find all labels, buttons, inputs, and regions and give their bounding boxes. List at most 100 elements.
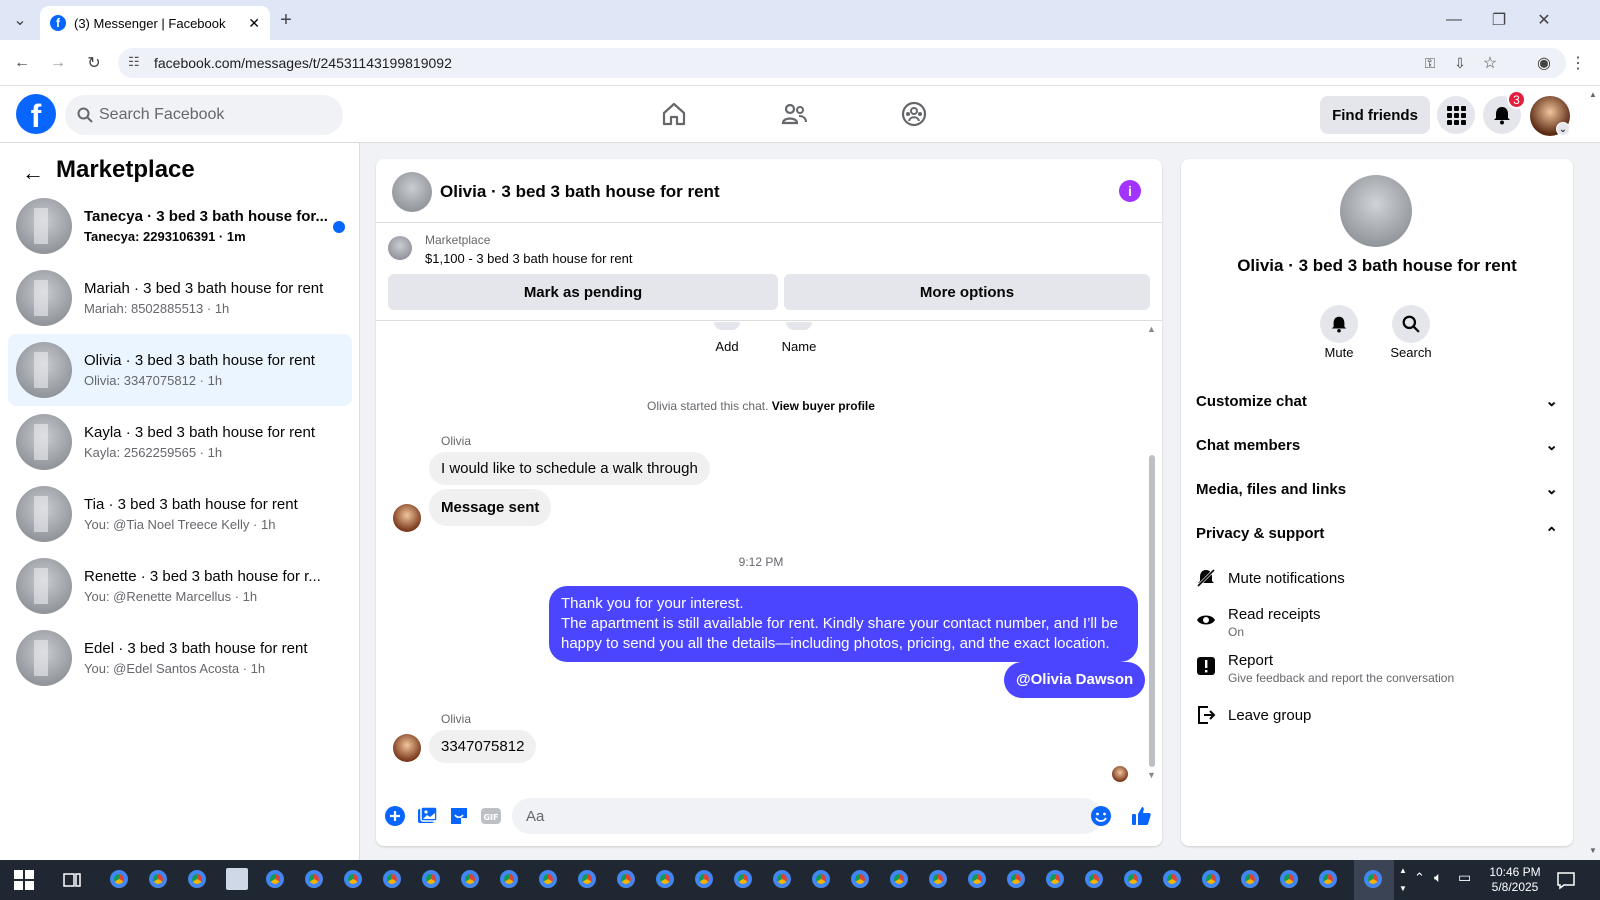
view-buyer-profile-link[interactable]: View buyer profile — [772, 399, 875, 413]
notification-center-icon[interactable] — [1556, 870, 1576, 890]
chrome-taskbar-icon[interactable] — [1081, 866, 1107, 892]
customize-chat-section[interactable]: Customize chat ⌄ — [1196, 383, 1558, 419]
scroll-up-icon[interactable]: ▲ — [1147, 324, 1156, 334]
chat-members-section[interactable]: Chat members ⌄ — [1196, 427, 1558, 463]
chrome-taskbar-icon[interactable] — [418, 866, 444, 892]
report-item[interactable]: Report Give feedback and report the conve… — [1196, 652, 1454, 685]
chrome-taskbar-icon[interactable] — [1159, 866, 1185, 892]
taskbar-scroll-icon[interactable]: ▲ ▼ — [1399, 862, 1407, 898]
chrome-taskbar-icon[interactable] — [1003, 866, 1029, 892]
back-icon[interactable]: ← — [8, 49, 36, 77]
chat-title[interactable]: Olivia · 3 bed 3 bath house for rent — [440, 182, 720, 202]
chrome-taskbar-icon[interactable] — [1315, 866, 1341, 892]
profile-icon[interactable]: ◉ — [1530, 49, 1558, 77]
password-key-icon[interactable]: ⚿ — [1416, 49, 1444, 77]
gif-icon[interactable]: GIF — [480, 805, 502, 827]
facebook-logo-icon[interactable]: f — [16, 94, 56, 134]
chrome-taskbar-icon[interactable] — [535, 866, 561, 892]
chrome-taskbar-icon[interactable] — [184, 866, 210, 892]
chat-header-avatar[interactable] — [392, 172, 432, 212]
details-avatar[interactable] — [1340, 175, 1412, 247]
app-taskbar-icon[interactable] — [226, 868, 248, 890]
chrome-taskbar-icon[interactable] — [301, 866, 327, 892]
tab-close-icon[interactable]: ✕ — [248, 15, 260, 32]
tray-chevron-icon[interactable]: ⌃ — [1414, 870, 1425, 886]
conversation-item[interactable]: Tia · 3 bed 3 bath house for rent You: @T… — [8, 478, 352, 550]
menu-grid-button[interactable] — [1437, 96, 1475, 134]
conversation-item[interactable]: Kayla · 3 bed 3 bath house for rent Kayla… — [8, 406, 352, 478]
reload-icon[interactable]: ↻ — [80, 49, 108, 77]
forward-icon[interactable]: → — [44, 49, 72, 77]
back-arrow-icon[interactable]: ← — [22, 160, 44, 186]
chrome-taskbar-icon[interactable] — [379, 866, 405, 892]
site-info-icon[interactable]: ☷ — [128, 54, 140, 70]
mute-button[interactable] — [1320, 305, 1358, 343]
chrome-taskbar-icon[interactable] — [964, 866, 990, 892]
new-tab-icon[interactable]: + — [272, 6, 300, 34]
account-chevron-icon[interactable]: ⌄ — [1556, 122, 1570, 136]
chrome-taskbar-icon[interactable] — [691, 866, 717, 892]
chrome-taskbar-icon[interactable] — [1042, 866, 1068, 892]
chrome-taskbar-icon[interactable] — [1120, 866, 1146, 892]
chrome-taskbar-icon[interactable] — [496, 866, 522, 892]
conversation-item[interactable]: Mariah · 3 bed 3 bath house for rent Mari… — [8, 262, 352, 334]
chrome-taskbar-icon-active[interactable] — [1360, 866, 1386, 892]
mute-notifications-item[interactable]: Mute notifications — [1196, 568, 1345, 588]
leave-group-item[interactable]: Leave group — [1196, 705, 1311, 725]
groups-icon[interactable] — [900, 100, 928, 128]
facebook-search-input[interactable]: Search Facebook — [65, 95, 343, 135]
incoming-message[interactable]: I would like to schedule a walk through — [429, 452, 710, 485]
find-friends-button[interactable]: Find friends — [1320, 96, 1430, 134]
chrome-taskbar-icon[interactable] — [1276, 866, 1302, 892]
photo-icon[interactable] — [416, 805, 438, 827]
search-chat-button[interactable] — [1392, 305, 1430, 343]
name-chat-button[interactable] — [786, 322, 812, 330]
chrome-taskbar-icon[interactable] — [1237, 866, 1263, 892]
chrome-taskbar-icon[interactable] — [847, 866, 873, 892]
chrome-taskbar-icon[interactable] — [340, 866, 366, 892]
task-view-icon[interactable] — [62, 870, 82, 890]
thumbs-up-icon[interactable] — [1130, 805, 1152, 827]
conversation-item[interactable]: Tanecya · 3 bed 3 bath house for... Tanec… — [8, 190, 352, 262]
privacy-support-section[interactable]: Privacy & support ⌃ — [1196, 515, 1558, 551]
browser-tab[interactable]: f (3) Messenger | Facebook ✕ — [40, 6, 270, 40]
chrome-taskbar-icon[interactable] — [925, 866, 951, 892]
add-people-button[interactable] — [714, 322, 740, 330]
media-files-links-section[interactable]: Media, files and links ⌄ — [1196, 471, 1558, 507]
taskbar-clock[interactable]: 10:46 PM 5/8/2025 — [1484, 865, 1546, 895]
network-icon[interactable]: ▭ — [1458, 869, 1471, 886]
plus-circle-icon[interactable] — [384, 805, 406, 827]
chrome-taskbar-icon[interactable] — [1198, 866, 1224, 892]
friends-icon[interactable] — [780, 100, 808, 128]
chrome-menu-icon[interactable]: ⋮ — [1564, 49, 1592, 77]
incoming-message[interactable]: 3347075812 — [429, 730, 537, 763]
emoji-icon[interactable] — [1090, 805, 1112, 827]
windows-start-icon[interactable] — [14, 870, 34, 890]
chrome-taskbar-icon[interactable] — [457, 866, 483, 892]
chrome-taskbar-icon[interactable] — [886, 866, 912, 892]
chrome-taskbar-icon[interactable] — [769, 866, 795, 892]
volume-icon[interactable]: 🔈︎ — [1434, 869, 1442, 886]
home-icon[interactable] — [660, 100, 688, 128]
chrome-taskbar-icon[interactable] — [613, 866, 639, 892]
bookmark-star-icon[interactable]: ☆ — [1476, 49, 1504, 77]
close-window-icon[interactable]: ✕ — [1530, 6, 1558, 34]
conversation-item-active[interactable]: Olivia · 3 bed 3 bath house for rent Oliv… — [8, 334, 352, 406]
info-icon[interactable]: i — [1119, 180, 1141, 202]
incoming-message[interactable]: Message sent — [429, 489, 552, 526]
chrome-taskbar-icon[interactable] — [730, 866, 756, 892]
address-bar[interactable]: ☷ facebook.com/messages/t/24531143199819… — [118, 48, 1566, 78]
chrome-taskbar-icon[interactable] — [808, 866, 834, 892]
page-scroll-down-icon[interactable]: ▼ — [1589, 846, 1597, 855]
sticker-icon[interactable] — [448, 805, 470, 827]
mark-as-pending-button[interactable]: Mark as pending — [388, 274, 778, 310]
mention-message[interactable]: @Olivia Dawson — [1004, 662, 1146, 698]
outgoing-message[interactable]: Thank you for your interest. The apartme… — [549, 586, 1138, 662]
chrome-taskbar-icon[interactable] — [145, 866, 171, 892]
install-app-icon[interactable]: ⇩ — [1446, 49, 1474, 77]
chat-scrollbar[interactable] — [1149, 455, 1155, 767]
chrome-taskbar-icon[interactable] — [262, 866, 288, 892]
page-scroll-up-icon[interactable]: ▲ — [1589, 90, 1597, 99]
more-options-button[interactable]: More options — [784, 274, 1150, 310]
conversation-item[interactable]: Edel · 3 bed 3 bath house for rent You: @… — [8, 622, 352, 694]
